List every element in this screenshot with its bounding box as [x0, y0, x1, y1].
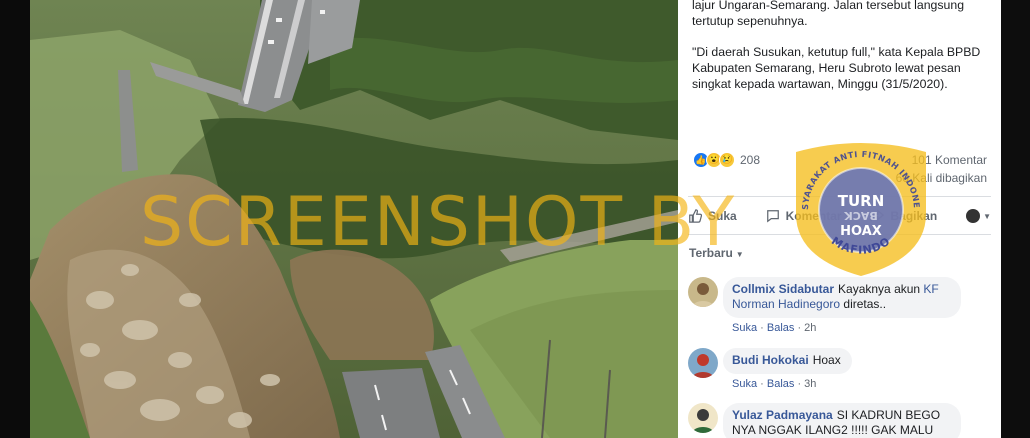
like-label: Suka: [708, 209, 737, 223]
sort-label: Terbaru: [689, 246, 733, 260]
comment-author[interactable]: Budi Hokokai: [732, 353, 809, 367]
avatar[interactable]: [688, 403, 718, 433]
comment-author[interactable]: Yulaz Padmayana: [732, 408, 833, 422]
comment-sort[interactable]: Terbaru ▼: [689, 246, 744, 260]
post-body: lajur Ungaran-Semarang. Jalan tersebut l…: [692, 0, 992, 107]
share-icon: [870, 209, 885, 222]
divider: [688, 234, 991, 235]
comment-meta: Suka · Balas · 2h: [732, 322, 817, 334]
window-edge: [1001, 0, 1030, 438]
divider: [688, 196, 991, 197]
comment-text-after: diretas..: [840, 297, 887, 311]
comment-author[interactable]: Collmix Sidabutar: [732, 282, 834, 296]
comments-count[interactable]: 101 Komentar: [912, 153, 987, 167]
reaction-count: 208: [740, 153, 761, 167]
comment-button[interactable]: Komentar: [766, 209, 842, 223]
avatar[interactable]: [688, 348, 718, 378]
landslide-photo: [30, 0, 678, 438]
thumbs-up-icon: [689, 209, 702, 223]
comment-label: Komentar: [785, 209, 842, 223]
share-label: Bagikan: [890, 209, 938, 223]
post-panel: lajur Ungaran-Semarang. Jalan tersebut l…: [678, 0, 1001, 438]
comment-time[interactable]: 2h: [804, 322, 816, 334]
reaction-summary[interactable]: 👍 😮 😢 208: [693, 150, 760, 170]
share-button[interactable]: Bagikan: [870, 209, 937, 223]
chevron-down-icon: ▼: [735, 250, 744, 259]
comment-like-link[interactable]: Suka: [732, 378, 757, 390]
sad-icon: 😢: [719, 152, 735, 168]
comment-reply-link[interactable]: Balas: [767, 322, 795, 334]
comment-bubble: Collmix Sidabutar Kayaknya akun KF Norman…: [723, 277, 961, 318]
audience-selector[interactable]: ▼: [966, 209, 991, 223]
profile-dot-icon: [966, 209, 981, 223]
avatar[interactable]: [688, 277, 718, 307]
post-photo[interactable]: [30, 0, 678, 438]
action-bar: Suka Komentar Bagikan ▼: [688, 202, 991, 230]
comment-like-link[interactable]: Suka: [732, 322, 757, 334]
shares-count[interactable]: 60 Kali dibagikan: [896, 171, 987, 185]
like-button[interactable]: Suka: [688, 209, 737, 223]
comment-meta: Suka · Balas · 3h: [732, 378, 817, 390]
comment-reply-link[interactable]: Balas: [767, 378, 795, 390]
chevron-down-icon: ▼: [983, 211, 991, 221]
comment-bubble: Yulaz Padmayana SI KADRUN BEGO NYA NGGAK …: [723, 403, 961, 438]
comment-text: Hoax: [812, 353, 841, 367]
comment-bubble: Budi Hokokai Hoax: [723, 348, 852, 374]
comment-icon: [766, 210, 779, 223]
post-paragraph: lajur Ungaran-Semarang. Jalan tersebut l…: [692, 0, 965, 28]
comment-time[interactable]: 3h: [804, 378, 816, 390]
post-paragraph: "Di daerah Susukan, ketutup full," kata …: [692, 45, 981, 91]
comment-text: Kayaknya akun: [838, 282, 924, 296]
